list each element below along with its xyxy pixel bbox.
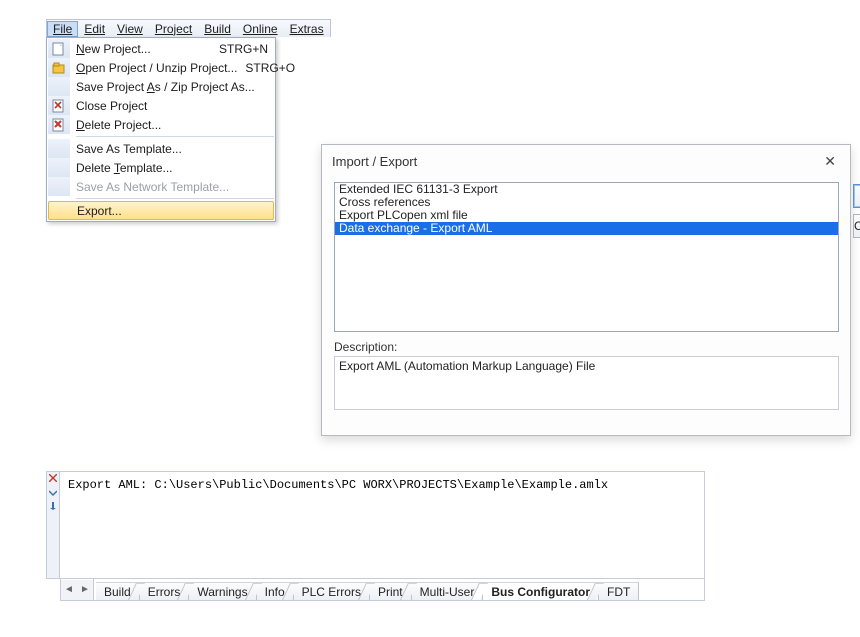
close-panel-icon[interactable]: [49, 474, 57, 482]
cancel-button[interactable]: Cancel: [853, 214, 860, 238]
menu-open-project[interactable]: Open Project / Unzip Project... STRG+O: [48, 58, 274, 77]
menu-open-project-shortcut: STRG+O: [237, 61, 295, 75]
blank-icon: [48, 139, 70, 158]
menu-delete-project[interactable]: Delete Project...: [48, 115, 274, 134]
description-label: Description:: [334, 340, 839, 354]
pin-panel-icon[interactable]: [49, 502, 57, 510]
menu-extras[interactable]: Extras: [284, 21, 330, 37]
menu-online[interactable]: Online: [237, 21, 284, 37]
close-icon[interactable]: ✕: [820, 153, 840, 170]
menu-close-project[interactable]: Close Project: [48, 96, 274, 115]
collapse-panel-icon[interactable]: [49, 488, 57, 496]
menu-new-project-shortcut: STRG+N: [211, 42, 268, 56]
menu-file[interactable]: File: [47, 21, 78, 37]
tab-scroll: ◄ ►: [61, 579, 94, 600]
blank-icon: [48, 77, 70, 96]
ok-button[interactable]: OK: [853, 184, 860, 208]
menu-close-project-label: Close Project: [76, 99, 268, 113]
menu-project[interactable]: Project: [149, 21, 198, 37]
menu-new-project[interactable]: New Project... STRG+N: [48, 39, 274, 58]
menu-save-as-network-template[interactable]: Save As Network Template...: [48, 177, 274, 196]
menu-save-as-network-template-label: Save As Network Template...: [76, 180, 268, 194]
description-box: Export AML (Automation Markup Language) …: [334, 356, 839, 410]
blank-icon: [48, 177, 70, 196]
listbox-item-selected[interactable]: Data exchange - Export AML: [335, 222, 838, 235]
dialog-titlebar: Import / Export ✕: [322, 145, 850, 178]
menu-export-label: Export...: [77, 204, 267, 218]
menu-save-as-zip[interactable]: Save Project As / Zip Project As...: [48, 77, 274, 96]
menu-new-project-label: New Project...: [76, 42, 211, 56]
menu-delete-project-label: Delete Project...: [76, 118, 268, 132]
import-export-dialog: Import / Export ✕ Extended IEC 61131-3 E…: [321, 144, 851, 436]
close-project-icon: [48, 96, 70, 115]
menubar: File Edit View Project Build Online Extr…: [46, 19, 331, 37]
message-line: Export AML: C:\Users\Public\Documents\PC…: [68, 478, 696, 492]
new-project-icon: [48, 39, 70, 58]
export-type-listbox[interactable]: Extended IEC 61131-3 Export Cross refere…: [334, 182, 839, 332]
message-window-body: Export AML: C:\Users\Public\Documents\PC…: [60, 471, 705, 579]
blank-icon: [49, 201, 71, 220]
delete-project-icon: [48, 115, 70, 134]
tab-bus-configurator[interactable]: Bus Configurator: [483, 582, 599, 600]
menu-separator: [76, 136, 274, 137]
menu-view[interactable]: View: [111, 21, 149, 37]
tabstrip: Build Errors Warnings Info PLC Errors Pr…: [94, 579, 641, 600]
menu-open-project-label: Open Project / Unzip Project...: [76, 61, 237, 75]
message-window-tabstrip: ◄ ► Build Errors Warnings Info PLC Error…: [60, 579, 705, 601]
menu-export[interactable]: Export...: [48, 201, 274, 220]
menu-separator: [76, 198, 274, 199]
tab-fdt[interactable]: FDT: [599, 582, 639, 600]
blank-icon: [48, 158, 70, 177]
dialog-body: Extended IEC 61131-3 Export Cross refere…: [322, 178, 850, 420]
menu-save-as-zip-label: Save Project As / Zip Project As...: [76, 80, 268, 94]
dialog-title: Import / Export: [332, 154, 417, 169]
menu-save-as-template[interactable]: Save As Template...: [48, 139, 274, 158]
file-dropdown: New Project... STRG+N Open Project / Unz…: [46, 37, 276, 222]
menu-delete-template-label: Delete Template...: [76, 161, 268, 175]
tab-scroll-right[interactable]: ►: [77, 580, 93, 600]
menu-delete-template[interactable]: Delete Template...: [48, 158, 274, 177]
open-project-icon: [48, 58, 70, 77]
menu-edit[interactable]: Edit: [78, 21, 111, 37]
tab-scroll-left[interactable]: ◄: [61, 580, 77, 600]
dialog-buttons: OK Cancel: [853, 182, 860, 410]
message-window-sidebar: Message Window: [46, 471, 60, 579]
message-window: Message Window Export AML: C:\Users\Publ…: [46, 471, 705, 601]
menu-save-as-template-label: Save As Template...: [76, 142, 268, 156]
dialog-left: Extended IEC 61131-3 Export Cross refere…: [334, 182, 839, 410]
menu-build[interactable]: Build: [198, 21, 237, 37]
